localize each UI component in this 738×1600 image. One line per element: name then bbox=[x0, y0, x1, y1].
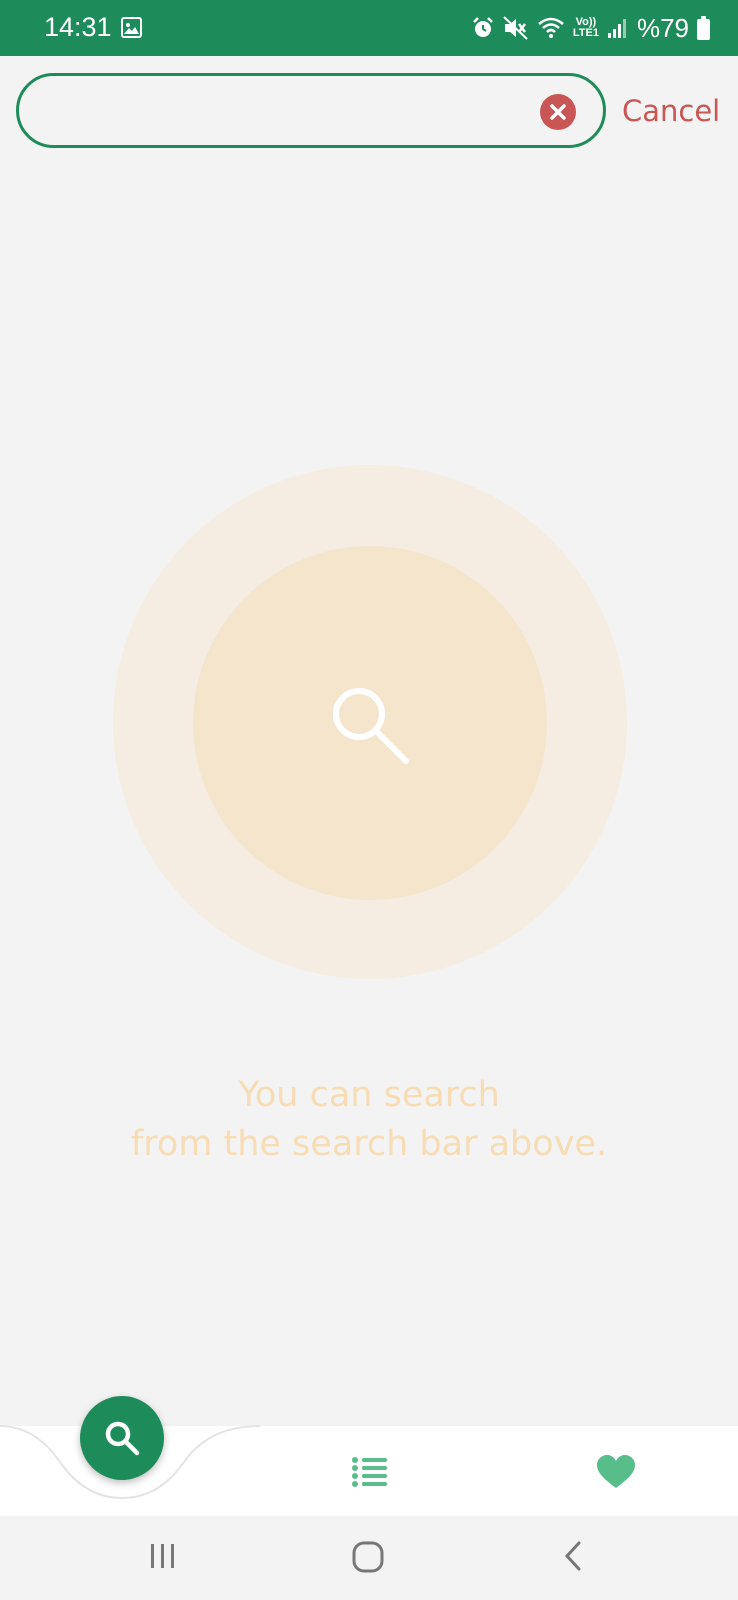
mute-icon bbox=[503, 16, 528, 40]
cancel-button[interactable]: Cancel bbox=[622, 94, 720, 128]
back-icon[interactable] bbox=[563, 1540, 583, 1572]
status-bar: 14:31 Vo)) LTE1 %79 bbox=[0, 0, 738, 56]
search-input[interactable] bbox=[43, 90, 523, 132]
empty-state-hint-line1: You can search bbox=[238, 1075, 500, 1115]
wifi-icon bbox=[538, 17, 564, 38]
battery-icon bbox=[697, 16, 710, 40]
home-icon[interactable] bbox=[352, 1541, 384, 1573]
gallery-icon bbox=[121, 17, 142, 38]
lte-label: LTE1 bbox=[572, 27, 599, 39]
recents-icon[interactable] bbox=[150, 1542, 176, 1570]
heart-icon[interactable] bbox=[597, 1455, 635, 1489]
battery-percent: %79 bbox=[636, 12, 689, 43]
alarm-icon bbox=[472, 17, 493, 37]
search-icon bbox=[333, 688, 409, 764]
search-box[interactable] bbox=[16, 73, 606, 148]
signal-icon bbox=[607, 19, 626, 38]
status-indicators: Vo)) LTE1 %79 bbox=[471, 10, 710, 46]
nav-search-button[interactable] bbox=[80, 1396, 164, 1480]
empty-state-hint-line2: from the search bar above. bbox=[130, 1124, 608, 1164]
list-icon[interactable] bbox=[352, 1456, 388, 1488]
volte-indicator: Vo)) LTE1 bbox=[573, 17, 599, 39]
close-icon bbox=[550, 104, 566, 120]
clear-search-button[interactable] bbox=[540, 94, 576, 130]
search-icon bbox=[105, 1421, 140, 1456]
status-time: 14:31 bbox=[44, 12, 112, 42]
